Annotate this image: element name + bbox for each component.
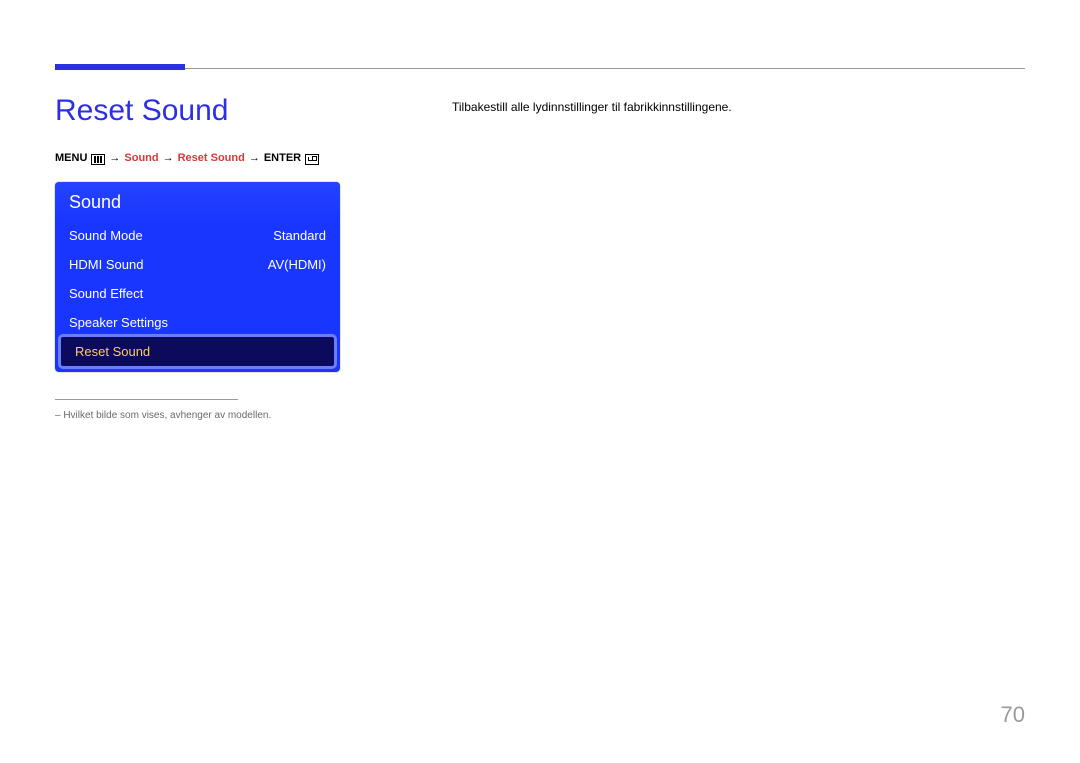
description-text: Tilbakestill alle lydinnstillinger til f…	[452, 100, 732, 114]
footnote: – Hvilket bilde som vises, avhenger av m…	[55, 410, 271, 421]
breadcrumb-enter: ENTER	[264, 152, 301, 164]
osd-row-reset-sound[interactable]: Reset Sound	[61, 337, 334, 366]
page-title: Reset Sound	[55, 94, 228, 128]
divider-short	[55, 399, 238, 400]
breadcrumb-reset-sound: Reset Sound	[178, 152, 245, 164]
arrow-icon: →	[109, 152, 120, 164]
osd-row-sound-mode[interactable]: Sound Mode Standard	[55, 221, 340, 250]
menu-icon	[91, 154, 105, 165]
breadcrumb: MENU → Sound → Reset Sound → ENTER	[55, 152, 319, 164]
osd-row-hdmi-sound[interactable]: HDMI Sound AV(HDMI)	[55, 250, 340, 279]
breadcrumb-sound: Sound	[124, 152, 158, 164]
osd-row-value: AV(HDMI)	[268, 257, 326, 272]
arrow-icon: →	[249, 152, 260, 164]
osd-row-label: Reset Sound	[75, 344, 150, 359]
osd-row-value: Standard	[273, 228, 326, 243]
osd-panel: Sound Sound Mode Standard HDMI Sound AV(…	[55, 182, 340, 372]
divider-top	[55, 68, 1025, 69]
osd-row-speaker-settings[interactable]: Speaker Settings	[55, 308, 340, 337]
osd-row-sound-effect[interactable]: Sound Effect	[55, 279, 340, 308]
page-number: 70	[1001, 702, 1025, 728]
osd-row-label: HDMI Sound	[69, 257, 143, 272]
divider-accent	[55, 64, 185, 70]
osd-title: Sound	[55, 182, 340, 221]
osd-row-label: Sound Effect	[69, 286, 143, 301]
enter-icon	[305, 154, 319, 165]
osd-row-label: Sound Mode	[69, 228, 143, 243]
osd-row-label: Speaker Settings	[69, 315, 168, 330]
arrow-icon: →	[163, 152, 174, 164]
breadcrumb-menu: MENU	[55, 152, 87, 164]
